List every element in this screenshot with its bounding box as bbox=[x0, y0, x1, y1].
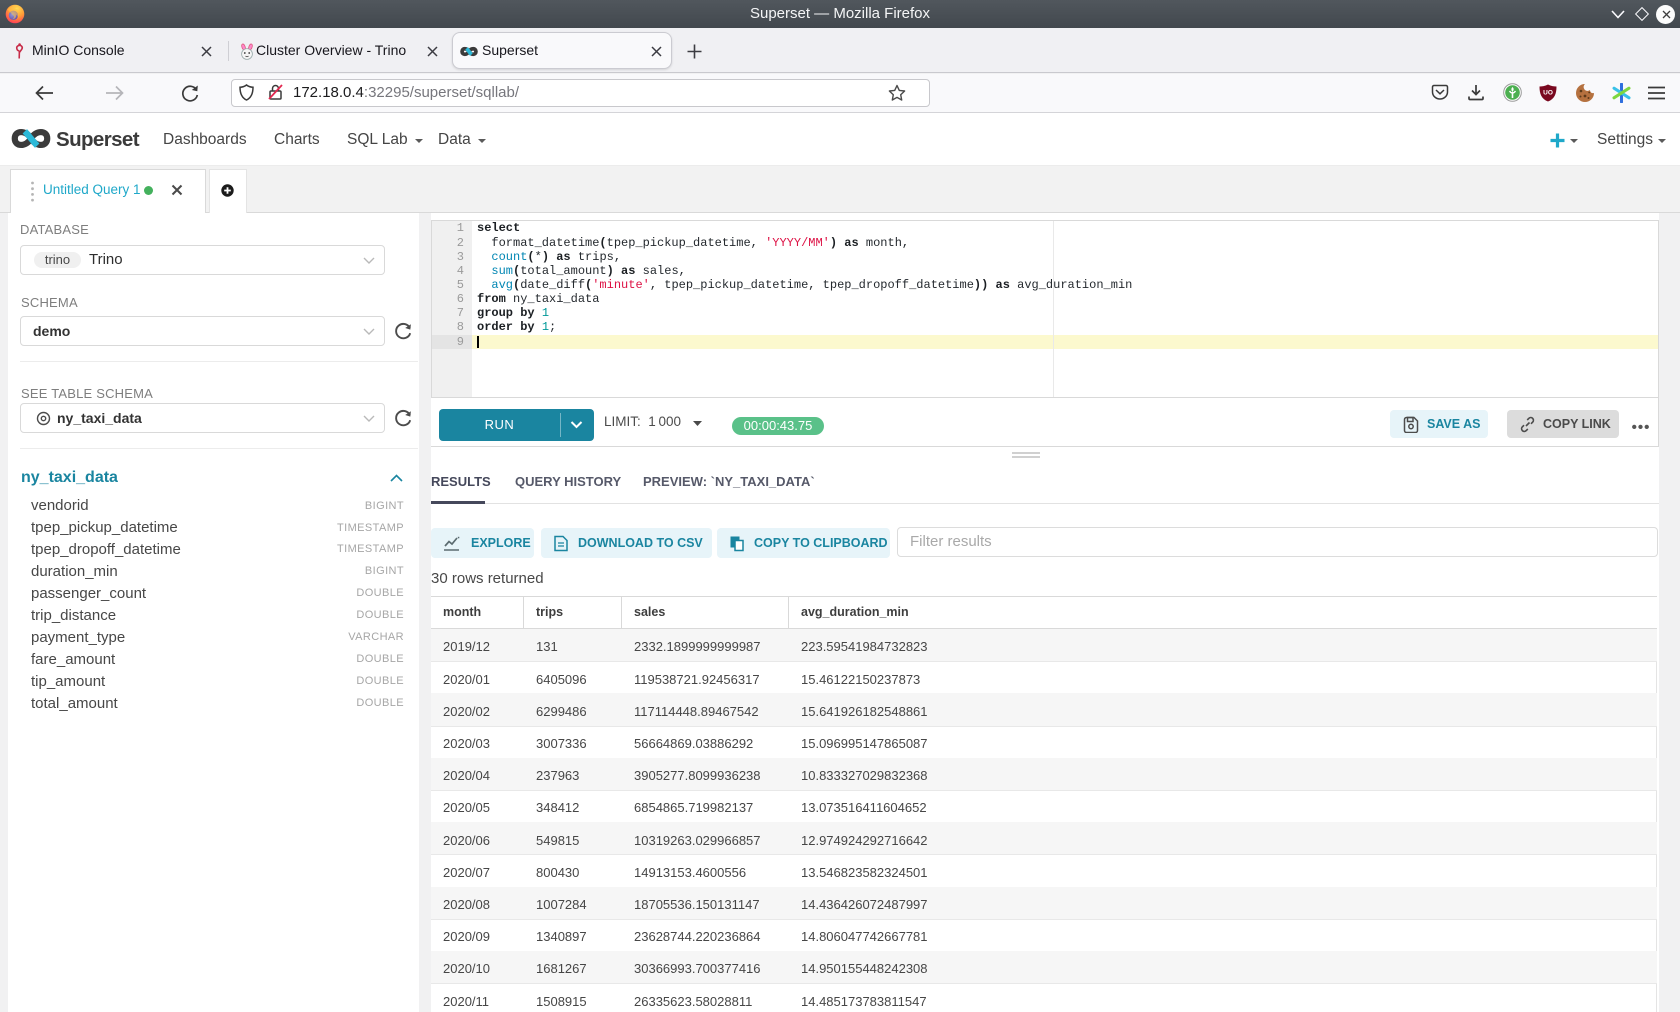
svg-text:UO: UO bbox=[1543, 90, 1553, 97]
